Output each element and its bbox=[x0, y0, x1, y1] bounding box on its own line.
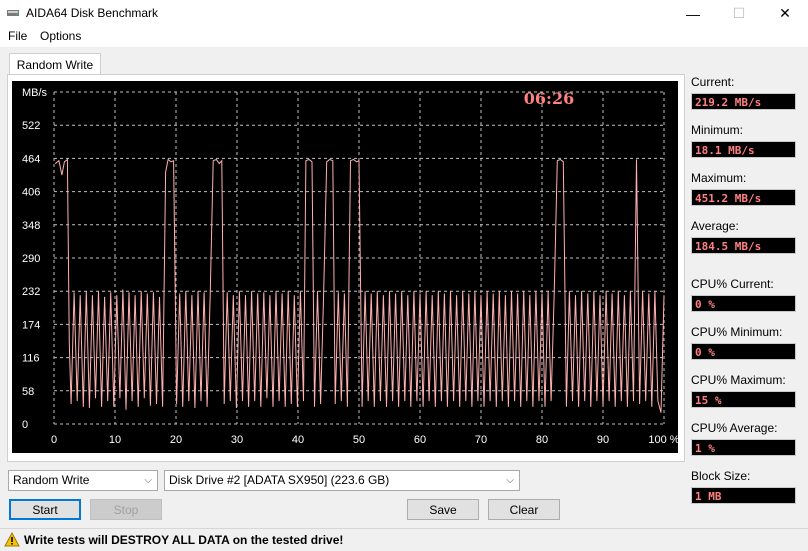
x-tick-label: 40 bbox=[292, 434, 304, 446]
x-tick-label: 50 bbox=[353, 434, 365, 446]
cpu-minimum-value: 0 % bbox=[691, 343, 796, 360]
y-tick-label: 174 bbox=[22, 319, 40, 331]
chart-svg: 0 58 116 174 232 290 348 406 464 522 MB/s 0 10 20 30 40… bbox=[22, 87, 678, 446]
menu-options[interactable]: Options bbox=[40, 29, 81, 43]
maximum-label: Maximum: bbox=[691, 171, 747, 185]
current-label: Current: bbox=[691, 75, 735, 89]
test-type-value: Random Write bbox=[13, 473, 90, 487]
disk-icon bbox=[7, 10, 19, 16]
start-button[interactable]: Start bbox=[9, 499, 81, 520]
x-tick-label: 20 bbox=[170, 434, 182, 446]
series-line bbox=[54, 158, 665, 413]
close-button[interactable]: ✕ bbox=[762, 0, 808, 27]
minimum-label: Minimum: bbox=[691, 123, 744, 137]
y-tick-label: 464 bbox=[22, 153, 40, 165]
y-tick-label: 406 bbox=[22, 187, 40, 199]
x-tick-label: 30 bbox=[231, 434, 243, 446]
minimize-button[interactable]: — bbox=[670, 0, 716, 27]
drive-value: Disk Drive #2 [ADATA SX950] (223.6 GB) bbox=[169, 473, 390, 487]
cpu-minimum-label: CPU% Minimum: bbox=[691, 325, 783, 339]
y-tick-label: 116 bbox=[22, 353, 40, 365]
x-tick-label: 60 bbox=[414, 434, 426, 446]
chevron-down-icon: ⌵ bbox=[506, 475, 514, 486]
block-size-value[interactable]: 1 MB bbox=[691, 487, 796, 504]
stop-button[interactable]: Stop bbox=[90, 499, 162, 520]
tab-random-write[interactable]: Random Write bbox=[9, 53, 101, 75]
cpu-maximum-label: CPU% Maximum: bbox=[691, 373, 786, 387]
cpu-maximum-value: 15 % bbox=[691, 391, 796, 408]
x-tick-label: 90 bbox=[597, 434, 609, 446]
cpu-current-value: 0 % bbox=[691, 295, 796, 312]
block-size-label: Block Size: bbox=[691, 469, 751, 483]
y-tick-label: 290 bbox=[22, 253, 40, 265]
x-tick-label: 70 bbox=[475, 434, 487, 446]
benchmark-chart: 0 58 116 174 232 290 348 406 464 522 MB/s 0 10 20 30 40… bbox=[12, 81, 678, 453]
minimum-value: 18.1 MB/s bbox=[691, 141, 796, 158]
x-tick-label: 100 % bbox=[648, 434, 678, 446]
maximize-button[interactable]: ☐ bbox=[716, 0, 762, 27]
chevron-down-icon: ⌵ bbox=[144, 475, 152, 486]
elapsed-timer: 06:26 bbox=[524, 89, 574, 108]
y-axis-label: MB/s bbox=[22, 87, 48, 99]
save-button[interactable]: Save bbox=[407, 499, 479, 520]
x-tick-label: 80 bbox=[536, 434, 548, 446]
warning-icon bbox=[4, 532, 20, 547]
drive-select[interactable]: Disk Drive #2 [ADATA SX950] (223.6 GB) ⌵ bbox=[164, 470, 520, 491]
title-bar: AIDA64 Disk Benchmark — ☐ ✕ bbox=[0, 0, 808, 27]
maximum-value: 451.2 MB/s bbox=[691, 189, 796, 206]
cpu-average-label: CPU% Average: bbox=[691, 421, 778, 435]
y-tick-label: 58 bbox=[22, 386, 34, 398]
menu-file[interactable]: File bbox=[8, 29, 27, 43]
test-type-select[interactable]: Random Write ⌵ bbox=[8, 470, 158, 491]
cpu-current-label: CPU% Current: bbox=[691, 277, 774, 291]
y-tick-label: 348 bbox=[22, 220, 40, 232]
x-tick-label: 10 bbox=[109, 434, 121, 446]
average-value: 184.5 MB/s bbox=[691, 237, 796, 254]
cpu-average-value: 1 % bbox=[691, 439, 796, 456]
x-tick-label: 0 bbox=[51, 434, 57, 446]
y-tick-label: 0 bbox=[22, 419, 28, 431]
current-value: 219.2 MB/s bbox=[691, 93, 796, 110]
y-tick-label: 232 bbox=[22, 286, 40, 298]
status-bar: Write tests will DESTROY ALL DATA on the… bbox=[0, 528, 808, 551]
menu-bar: File Options bbox=[0, 27, 808, 47]
y-tick-label: 522 bbox=[22, 120, 40, 132]
clear-button[interactable]: Clear bbox=[488, 499, 560, 520]
window-title: AIDA64 Disk Benchmark bbox=[26, 6, 159, 20]
average-label: Average: bbox=[691, 219, 739, 233]
warning-text: Write tests will DESTROY ALL DATA on the… bbox=[24, 533, 344, 547]
